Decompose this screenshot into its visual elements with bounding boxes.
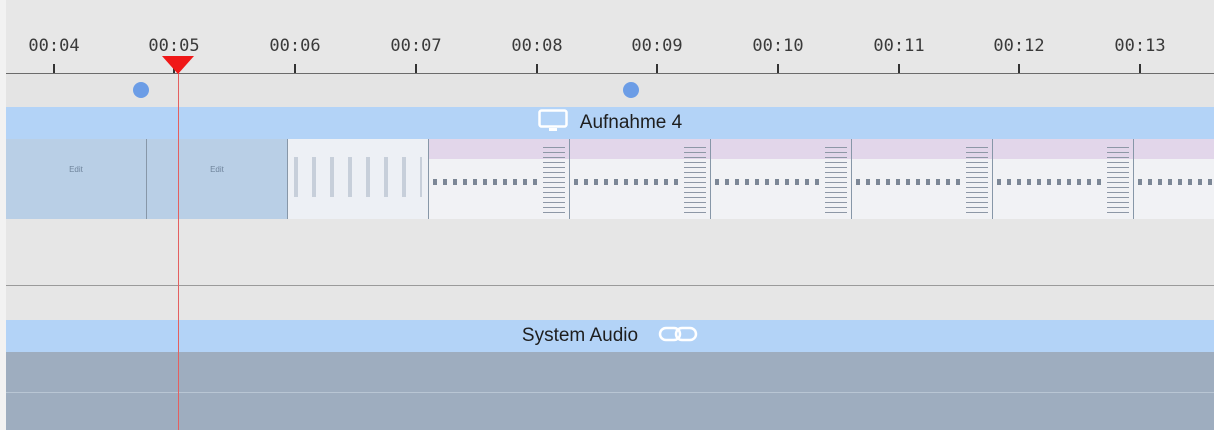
ruler-tick [1139, 64, 1141, 73]
ruler-tick-label: 00:07 [390, 36, 442, 56]
empty-track-area[interactable] [6, 219, 1214, 286]
ruler-tick-label: 00:08 [511, 36, 563, 56]
ruler-tick [415, 64, 417, 73]
ruler-tick-label: 00:04 [28, 36, 80, 56]
ruler-tick [53, 64, 55, 73]
video-thumbnail [429, 139, 570, 219]
video-thumbnails[interactable]: Edit Edit [6, 139, 1214, 219]
ruler-tick [656, 64, 658, 73]
audio-waveform-area[interactable] [6, 352, 1214, 430]
video-thumbnail [852, 139, 993, 219]
ruler-tick-label: 00:09 [631, 36, 683, 56]
ruler-tick [777, 64, 779, 73]
ruler-tick [536, 64, 538, 73]
link-icon[interactable] [658, 323, 698, 350]
ruler-tick-label: 00:12 [993, 36, 1045, 56]
track-gap [6, 286, 1214, 320]
video-track-title: Aufnahme 4 [579, 112, 683, 133]
video-thumbnail [993, 139, 1134, 219]
keyframe-marker[interactable] [133, 82, 149, 98]
ruler-tick-label: 00:05 [148, 36, 200, 56]
audio-track-header[interactable]: System Audio [6, 320, 1214, 352]
thumbnail-edit-label: Edit [69, 165, 83, 174]
video-thumbnail: Edit [6, 139, 147, 219]
left-border [0, 0, 6, 430]
video-track-header[interactable]: Aufnahme 4 [6, 107, 1214, 139]
ruler-tick [294, 64, 296, 73]
display-icon [538, 108, 568, 138]
audio-center-line [6, 392, 1214, 393]
marker-row[interactable] [6, 74, 1214, 107]
video-thumbnail [1134, 139, 1214, 219]
ruler-tick [898, 64, 900, 73]
ruler-tick-label: 00:11 [873, 36, 925, 56]
thumbnail-edit-label: Edit [210, 165, 224, 174]
keyframe-marker[interactable] [623, 82, 639, 98]
audio-track-title: System Audio [521, 325, 639, 346]
video-thumbnail [711, 139, 852, 219]
ruler-tick-label: 00:10 [752, 36, 804, 56]
playhead-line [178, 60, 179, 430]
ruler-tick [1018, 64, 1020, 73]
video-thumbnail [288, 139, 429, 219]
video-thumbnail [570, 139, 711, 219]
video-thumbnail: Edit [147, 139, 288, 219]
ruler-tick-label: 00:06 [269, 36, 321, 56]
playhead-handle[interactable] [162, 56, 194, 74]
ruler-tick-label: 00:13 [1114, 36, 1166, 56]
